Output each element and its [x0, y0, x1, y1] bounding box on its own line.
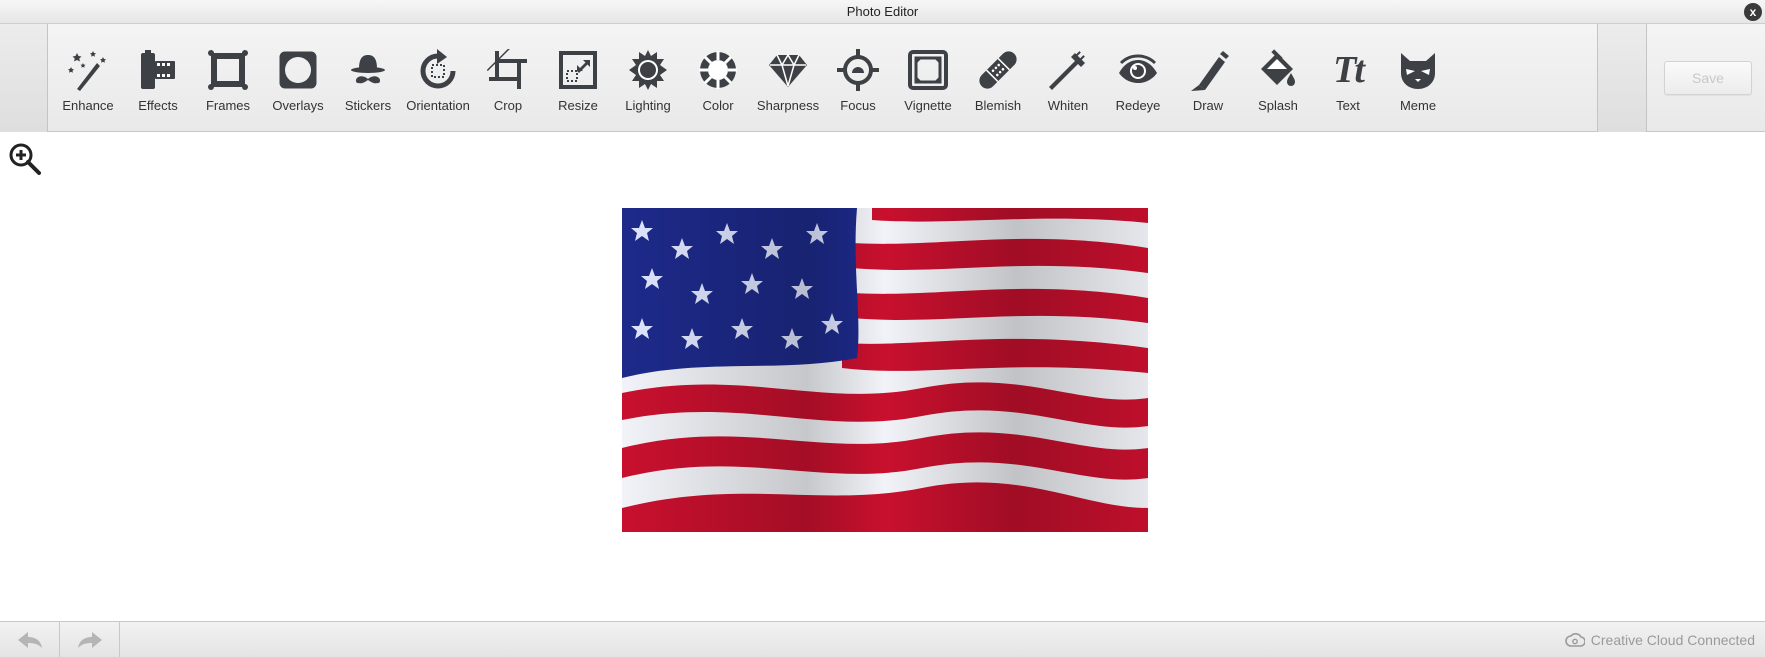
pencil-icon [1186, 48, 1230, 92]
sun-icon [626, 48, 670, 92]
tool-label: Effects [138, 98, 178, 113]
tool-whiten[interactable]: Whiten [1033, 24, 1103, 132]
tool-splash[interactable]: Splash [1243, 24, 1313, 132]
tool-focus[interactable]: Focus [823, 24, 893, 132]
toolbar-left-panel [0, 24, 48, 132]
vignette-icon [906, 48, 950, 92]
tool-label: Sharpness [756, 98, 820, 113]
tool-overlays[interactable]: Overlays [263, 24, 333, 132]
tool-redeye[interactable]: Redeye [1103, 24, 1173, 132]
text-glyph: Tt [1333, 49, 1365, 91]
tool-resize[interactable]: Resize [543, 24, 613, 132]
tool-label: Stickers [344, 98, 392, 113]
creative-cloud-icon [1565, 633, 1585, 647]
tool-label: Text [1336, 98, 1360, 113]
title-bar: Photo Editor x [0, 0, 1765, 24]
redo-button[interactable] [60, 622, 120, 657]
tool-crop[interactable]: Crop [473, 24, 543, 132]
resize-icon [556, 48, 600, 92]
tool-label: Overlays [272, 98, 324, 113]
diamond-icon [766, 48, 810, 92]
crop-icon [486, 48, 530, 92]
tool-frames[interactable]: Frames [193, 24, 263, 132]
tool-text[interactable]: Tt Text [1313, 24, 1383, 132]
status-text: Creative Cloud Connected [1590, 632, 1755, 648]
tool-draw[interactable]: Draw [1173, 24, 1243, 132]
toothbrush-icon [1046, 48, 1090, 92]
bandage-icon [976, 48, 1020, 92]
tool-blemish[interactable]: Blemish [963, 24, 1033, 132]
tool-label: Whiten [1047, 98, 1089, 113]
save-button[interactable]: Save [1664, 61, 1752, 95]
color-wheel-icon [696, 48, 740, 92]
tool-label: Vignette [904, 98, 952, 113]
hat-mustache-icon [346, 48, 390, 92]
tool-label: Splash [1258, 98, 1298, 113]
text-icon: Tt [1326, 48, 1370, 92]
magic-wand-icon [66, 48, 110, 92]
tool-lighting[interactable]: Lighting [613, 24, 683, 132]
tool-label: Enhance [62, 98, 114, 113]
undo-button[interactable] [0, 622, 60, 657]
tool-label: Redeye [1115, 98, 1161, 113]
frame-icon [206, 48, 250, 92]
tool-label: Blemish [974, 98, 1022, 113]
tool-label: Meme [1399, 98, 1437, 113]
tool-meme[interactable]: Meme [1383, 24, 1453, 132]
target-icon [836, 48, 880, 92]
toolbar: Enhance Effects Frames Overlays Stickers [0, 24, 1765, 132]
tool-enhance[interactable]: Enhance [53, 24, 123, 132]
window-title: Photo Editor [846, 4, 919, 19]
tool-label: Lighting [625, 98, 671, 113]
tool-label: Color [702, 98, 734, 113]
tool-label: Crop [493, 98, 523, 113]
film-icon [136, 48, 180, 92]
overlay-icon [276, 48, 320, 92]
rotate-icon [416, 48, 460, 92]
tool-orientation[interactable]: Orientation [403, 24, 473, 132]
tool-list: Enhance Effects Frames Overlays Stickers [53, 24, 1453, 132]
tool-color[interactable]: Color [683, 24, 753, 132]
creative-cloud-status: Creative Cloud Connected [1565, 622, 1755, 657]
undo-icon [17, 632, 42, 648]
tool-label: Frames [205, 98, 251, 113]
tool-label: Orientation [406, 98, 470, 113]
tool-label: Resize [558, 98, 598, 113]
zoom-in-icon[interactable] [8, 142, 42, 176]
cat-icon [1396, 48, 1440, 92]
flag-photo [622, 208, 1148, 532]
tool-stickers[interactable]: Stickers [333, 24, 403, 132]
tool-sharpness[interactable]: Sharpness [753, 24, 823, 132]
tool-effects[interactable]: Effects [123, 24, 193, 132]
close-button[interactable]: x [1744, 3, 1762, 21]
tool-label: Focus [840, 98, 876, 113]
redo-icon [77, 632, 102, 648]
tool-label: Draw [1192, 98, 1224, 113]
eye-icon [1116, 48, 1160, 92]
paint-bucket-icon [1256, 48, 1300, 92]
toolbar-right-panel [1597, 24, 1647, 132]
tool-vignette[interactable]: Vignette [893, 24, 963, 132]
bottom-bar: Creative Cloud Connected [0, 621, 1765, 657]
